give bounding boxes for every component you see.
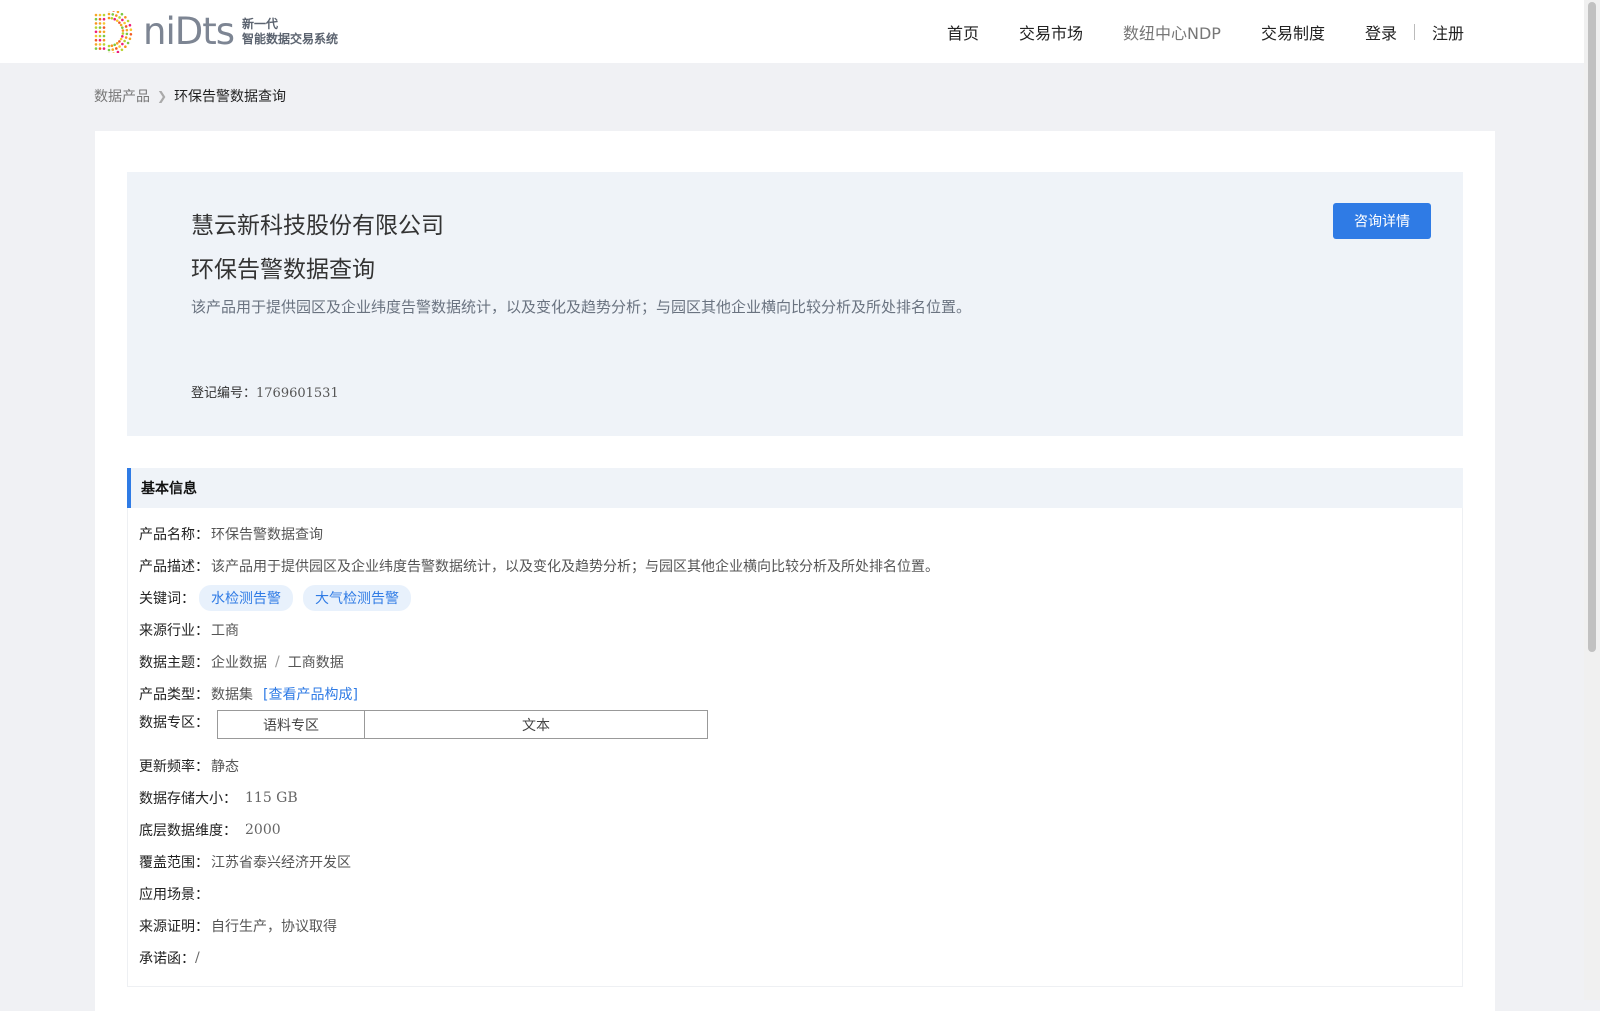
top-header: niDts 新一代 智能数据交易系统 首页 交易市场 数纽中心NDP 交易制度 …	[0, 0, 1584, 63]
proof-label: 来源证明：	[139, 916, 209, 936]
type-label: 产品类型：	[139, 684, 209, 704]
table-row: 语料专区 文本	[218, 711, 708, 739]
logo-dot-d-icon	[93, 11, 141, 53]
info-row-subject: 数据主题： 企业数据 / 工商数据	[139, 646, 1462, 678]
frequency-label: 更新频率：	[139, 756, 209, 776]
registration-number: 登记编号：1769601531	[191, 382, 339, 401]
scenario-label: 应用场景：	[139, 884, 209, 904]
auth-links: 登录 注册	[1365, 20, 1464, 44]
nav-market[interactable]: 交易市场	[1019, 20, 1083, 44]
zone-type-cell: 文本	[365, 711, 708, 739]
info-row-industry: 来源行业： 工商	[139, 614, 1462, 646]
registration-label: 登记编号：	[191, 386, 256, 401]
zone-label: 数据专区：	[139, 712, 209, 732]
chevron-right-icon: ❯	[157, 89, 167, 103]
zone-table: 语料专区 文本	[217, 710, 708, 739]
info-row-dimension: 底层数据维度： 2000	[139, 814, 1462, 846]
view-composition-link[interactable]: [查看产品构成]	[263, 684, 358, 704]
industry-value: 工商	[211, 620, 239, 640]
login-link[interactable]: 登录	[1365, 20, 1397, 44]
product-desc-value: 该产品用于提供园区及企业纬度告警数据统计，以及变化及趋势分析；与园区其他企业横向…	[211, 556, 939, 576]
info-row-commitment: 承诺函： /	[139, 942, 1462, 974]
dimension-value: 2000	[245, 822, 281, 838]
zone-name-cell: 语料专区	[218, 711, 365, 739]
logo-word: niDts	[143, 12, 234, 52]
product-summary: 该产品用于提供园区及企业纬度告警数据统计，以及变化及趋势分析；与园区其他企业横向…	[191, 296, 971, 317]
basic-info-title: 基本信息	[127, 468, 1463, 508]
info-row-storage: 数据存储大小： 115 GB	[139, 782, 1462, 814]
commitment-label: 承诺函：	[139, 948, 195, 968]
nav-home[interactable]: 首页	[947, 20, 979, 44]
registration-value: 1769601531	[256, 386, 339, 401]
product-name-label: 产品名称：	[139, 524, 209, 544]
info-row-type: 产品类型： 数据集 [查看产品构成]	[139, 678, 1462, 710]
industry-label: 来源行业：	[139, 620, 209, 640]
info-row-scenario: 应用场景：	[139, 878, 1462, 910]
info-row-frequency: 更新频率： 静态	[139, 750, 1462, 782]
product-desc-label: 产品描述：	[139, 556, 209, 576]
scrollbar-thumb[interactable]	[1588, 2, 1596, 652]
company-name: 慧云新科技股份有限公司	[191, 206, 444, 240]
keywords-label: 关键词：	[139, 588, 195, 608]
logo-tag-line2: 智能数据交易系统	[242, 32, 338, 47]
product-header-panel: 慧云新科技股份有限公司 环保告警数据查询 该产品用于提供园区及企业纬度告警数据统…	[127, 172, 1463, 436]
subject-secondary: 工商数据	[288, 652, 344, 672]
storage-value: 115 GB	[245, 790, 298, 806]
type-value: 数据集	[211, 684, 253, 704]
commitment-value: /	[195, 950, 200, 966]
product-detail-card: 慧云新科技股份有限公司 环保告警数据查询 该产品用于提供园区及企业纬度告警数据统…	[95, 131, 1495, 1011]
proof-value: 自行生产，协议取得	[211, 916, 337, 936]
dimension-label: 底层数据维度：	[139, 820, 237, 840]
auth-divider	[1414, 24, 1415, 40]
nav-ndp[interactable]: 数纽中心NDP	[1123, 20, 1221, 44]
frequency-value: 静态	[211, 756, 239, 776]
subject-primary: 企业数据	[211, 652, 267, 672]
info-row-keywords: 关键词： 水检测告警 大气检测告警	[139, 582, 1462, 614]
info-row-product-name: 产品名称： 环保告警数据查询	[139, 518, 1462, 550]
main-nav: 首页 交易市场 数纽中心NDP 交易制度 登录 注册	[907, 0, 1464, 63]
register-link[interactable]: 注册	[1432, 20, 1464, 44]
logo[interactable]: niDts 新一代 智能数据交易系统	[93, 10, 338, 54]
info-row-zone: 数据专区： 语料专区 文本	[139, 710, 1462, 750]
consult-details-button[interactable]: 咨询详情	[1333, 203, 1431, 239]
product-name-value: 环保告警数据查询	[211, 524, 323, 544]
keyword-tag[interactable]: 大气检测告警	[303, 585, 411, 611]
subject-separator: /	[275, 654, 280, 670]
info-row-coverage: 覆盖范围： 江苏省泰兴经济开发区	[139, 846, 1462, 878]
page-scrollbar[interactable]	[1584, 0, 1600, 1000]
logo-tag-line1: 新一代	[242, 17, 338, 32]
info-row-proof: 来源证明： 自行生产，协议取得	[139, 910, 1462, 942]
coverage-value: 江苏省泰兴经济开发区	[211, 852, 351, 872]
breadcrumb: 数据产品 ❯ 环保告警数据查询	[94, 86, 286, 106]
nav-rules[interactable]: 交易制度	[1261, 20, 1325, 44]
storage-label: 数据存储大小：	[139, 788, 237, 808]
info-row-product-desc: 产品描述： 该产品用于提供园区及企业纬度告警数据统计，以及变化及趋势分析；与园区…	[139, 550, 1462, 582]
breadcrumb-current: 环保告警数据查询	[174, 86, 286, 106]
logo-tagline: 新一代 智能数据交易系统	[242, 17, 338, 47]
basic-info-body: 产品名称： 环保告警数据查询 产品描述： 该产品用于提供园区及企业纬度告警数据统…	[127, 508, 1463, 987]
basic-info-section: 基本信息 产品名称： 环保告警数据查询 产品描述： 该产品用于提供园区及企业纬度…	[127, 468, 1463, 987]
subject-label: 数据主题：	[139, 652, 209, 672]
product-title: 环保告警数据查询	[191, 250, 375, 284]
breadcrumb-root[interactable]: 数据产品	[94, 86, 150, 106]
keyword-tag[interactable]: 水检测告警	[199, 585, 293, 611]
coverage-label: 覆盖范围：	[139, 852, 209, 872]
